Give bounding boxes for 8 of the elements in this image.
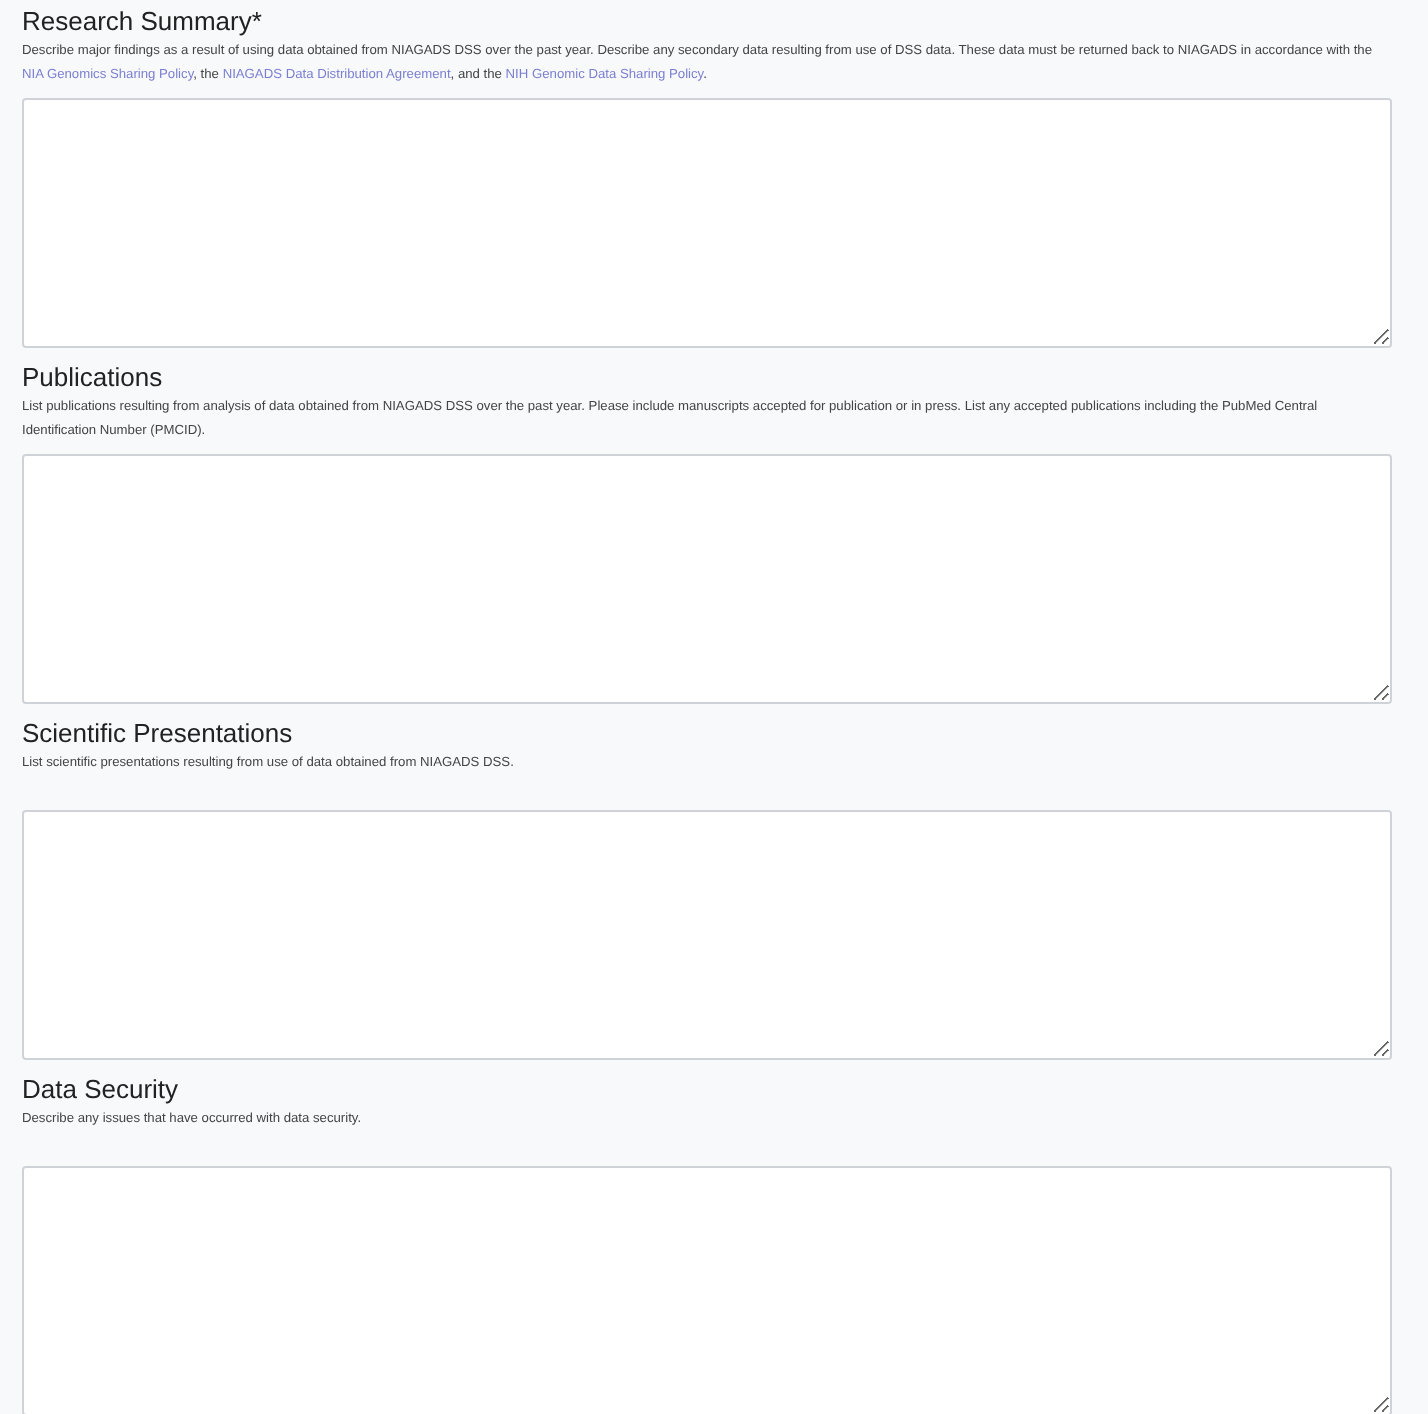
section-heading: Data Security	[22, 1072, 181, 1106]
section-heading: Publications	[22, 360, 165, 394]
text-area-field[interactable]	[22, 1166, 1392, 1414]
section-heading: Research Summary*	[22, 4, 264, 38]
text-area-field[interactable]	[22, 454, 1392, 704]
text-area-field[interactable]	[22, 810, 1392, 1060]
text-area-field[interactable]	[22, 98, 1392, 348]
section-heading: Scientific Presentations	[22, 716, 295, 750]
